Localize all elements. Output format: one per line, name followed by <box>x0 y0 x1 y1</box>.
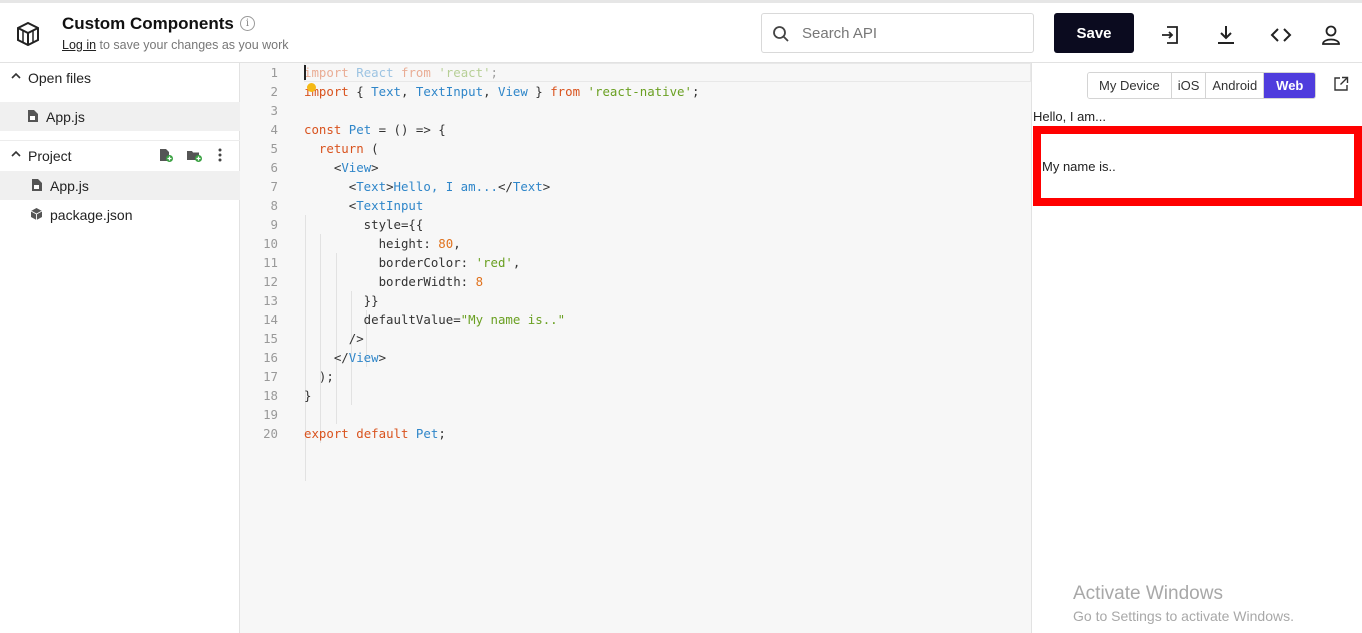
package-icon <box>30 208 43 220</box>
preview-pane: My Device iOS Android Web Hello, I am...… <box>1033 63 1362 633</box>
project-file-label: package.json <box>50 207 133 223</box>
line-number: 16 <box>263 350 278 365</box>
code-line: 5 return ( <box>240 139 1032 158</box>
save-button[interactable]: Save <box>1054 13 1134 53</box>
search-icon <box>773 26 789 42</box>
external-link-icon[interactable] <box>1333 76 1349 92</box>
text-cursor <box>304 65 306 80</box>
tab-web[interactable]: Web <box>1264 73 1316 98</box>
new-folder-icon[interactable] <box>186 148 202 162</box>
project-header[interactable]: Project <box>0 141 240 171</box>
code-line: 12 borderWidth: 8 <box>240 272 1032 291</box>
line-number: 15 <box>263 331 278 346</box>
code-line: 9 style={{ <box>240 215 1032 234</box>
chevron-up-icon <box>11 72 21 79</box>
js-file-icon <box>32 179 42 191</box>
line-number: 4 <box>270 122 278 137</box>
line-number: 20 <box>263 426 278 441</box>
code-line: 20 export default Pet; <box>240 424 1032 443</box>
tab-ios[interactable]: iOS <box>1171 73 1207 98</box>
code-line: 17 ); <box>240 367 1032 386</box>
search-box[interactable] <box>761 13 1034 53</box>
line-number: 1 <box>270 65 278 80</box>
platform-tabs: My Device iOS Android Web <box>1087 72 1317 99</box>
line-number: 18 <box>263 388 278 403</box>
line-number: 7 <box>270 179 278 194</box>
preview-text: Hello, I am... <box>1033 109 1106 124</box>
code-line: 6 <View> <box>240 158 1032 177</box>
project-file-item[interactable]: package.json <box>0 200 240 229</box>
line-number: 9 <box>270 217 278 232</box>
line-number: 6 <box>270 160 278 175</box>
code-embed-icon[interactable] <box>1270 24 1292 46</box>
watermark-title: Activate Windows <box>1073 583 1223 604</box>
js-file-icon <box>28 110 38 122</box>
more-options-icon[interactable] <box>217 148 223 162</box>
info-icon[interactable]: i <box>240 16 255 31</box>
preview-text-input[interactable] <box>1033 126 1362 206</box>
code-line: 16 </View> <box>240 348 1032 367</box>
code-editor[interactable]: 1 import React from 'react'; 2 import { Te… <box>240 63 1032 633</box>
code-line: 7 <Text>Hello, I am...</Text> <box>240 177 1032 196</box>
line-number: 10 <box>263 236 278 251</box>
line-number: 2 <box>270 84 278 99</box>
code-line: 14 defaultValue="My name is.." <box>240 310 1032 329</box>
line-number: 17 <box>263 369 278 384</box>
project-label: Project <box>28 148 72 164</box>
line-number: 12 <box>263 274 278 289</box>
login-link[interactable]: Log in <box>62 38 96 52</box>
tab-my-device[interactable]: My Device <box>1088 73 1172 98</box>
user-icon[interactable] <box>1320 24 1342 46</box>
line-number: 13 <box>263 293 278 308</box>
chevron-up-icon <box>11 150 21 157</box>
line-number: 8 <box>270 198 278 213</box>
open-files-header[interactable]: Open files <box>0 63 240 93</box>
login-hint: Log in to save your changes as you work <box>62 38 289 52</box>
lightbulb-icon[interactable] <box>307 83 316 92</box>
line-number: 14 <box>263 312 278 327</box>
code-line: 8 <TextInput <box>240 196 1032 215</box>
code-line: 4 const Pet = () => { <box>240 120 1032 139</box>
code-line: 3 <box>240 101 1032 120</box>
line-number: 3 <box>270 103 278 118</box>
code-line: 2 import { Text, TextInput, View } from '… <box>240 82 1032 101</box>
code-line: 10 height: 80, <box>240 234 1032 253</box>
open-file-item[interactable]: App.js <box>0 102 240 131</box>
file-sidebar: Open files App.js Project App.js package… <box>0 63 240 633</box>
top-header: Custom Components i Log in to save your … <box>0 0 1362 63</box>
open-file-label: App.js <box>46 109 85 125</box>
new-file-icon[interactable] <box>159 148 173 162</box>
import-icon[interactable] <box>1159 24 1181 46</box>
code-line: 15 /> <box>240 329 1032 348</box>
download-icon[interactable] <box>1215 24 1237 46</box>
line-number: 5 <box>270 141 278 156</box>
logo-icon[interactable] <box>14 19 42 49</box>
line-number: 19 <box>263 407 278 422</box>
project-file-item[interactable]: App.js <box>0 171 240 200</box>
code-line: 18} <box>240 386 1032 405</box>
project-title[interactable]: Custom Components <box>62 14 234 34</box>
code-line: 19 <box>240 405 1032 424</box>
code-line: 11 borderColor: 'red', <box>240 253 1032 272</box>
login-hint-text: to save your changes as you work <box>96 38 289 52</box>
project-file-label: App.js <box>50 178 89 194</box>
code-line: 13 }} <box>240 291 1032 310</box>
code-line: 1 import React from 'react'; <box>240 63 1032 82</box>
tab-android[interactable]: Android <box>1206 73 1265 98</box>
line-number: 11 <box>263 255 278 270</box>
watermark-subtitle: Go to Settings to activate Windows. <box>1073 608 1294 624</box>
open-files-label: Open files <box>28 70 92 86</box>
search-input[interactable] <box>802 14 1027 52</box>
